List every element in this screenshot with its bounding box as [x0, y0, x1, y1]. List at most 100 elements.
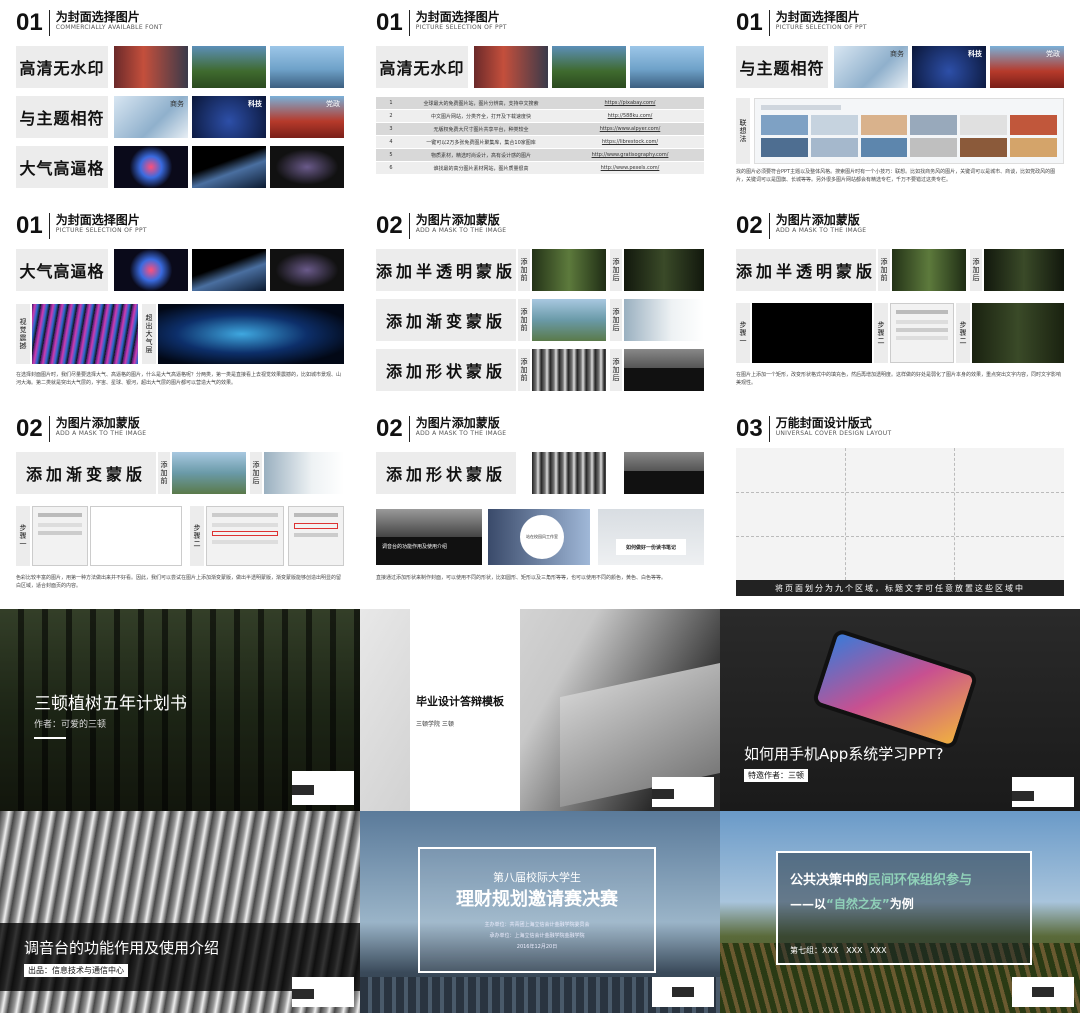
lake-gradient-photo: [264, 452, 344, 494]
site-link[interactable]: http://588ku.com/: [556, 113, 704, 119]
forest-photo: [192, 46, 266, 88]
slide-header: 02 为图片添加蒙版 ADD A MASK TO THE IMAGE: [376, 416, 506, 442]
slide-number: 01: [16, 213, 50, 239]
after-tag: 添加后: [970, 249, 982, 291]
side-label: 联想法: [736, 98, 750, 164]
galaxy-photo: [270, 146, 344, 188]
slide-title: 为封面选择图片: [775, 10, 860, 24]
cover-author: 三顿学院 三顿: [416, 721, 454, 728]
slide-title: 为封面选择图片: [55, 10, 140, 24]
cover-organizer: 主办单位：共青团上海立信会计金融学院委员会: [484, 922, 590, 928]
building-photo: 商务: [834, 46, 908, 88]
fill-panel-screenshot: [288, 506, 344, 566]
gate-photo: 党政: [270, 96, 344, 138]
cover-title: 如何用手机App系统学习PPT?: [744, 745, 944, 763]
site-link[interactable]: https://www.alpyer.com/: [556, 126, 704, 132]
forest-photo: [552, 46, 626, 88]
example-cover-3: 如何做好一份读书笔记: [598, 509, 704, 565]
row-label: 大气高逼格: [16, 249, 108, 291]
phone-shape: [811, 627, 979, 751]
corner-mark: [672, 987, 694, 997]
slide-2[interactable]: 01 为封面选择图片 PICTURE SELECTION OF PPT 高清无水印…: [360, 0, 720, 203]
slide-title: 万能封面设计版式: [775, 416, 872, 430]
step-tag: 步骤二: [874, 303, 888, 363]
example-cover-title: 如何做好一份读书笔记: [625, 544, 676, 551]
row-label: 添加形状蒙版: [376, 452, 516, 494]
before-tag: 添加前: [518, 349, 530, 391]
light-trails-photo: [32, 304, 138, 364]
cover-phone[interactable]: 如何用手机App系统学习PPT? 特邀作者：三顿: [720, 609, 1080, 811]
slide-6[interactable]: 02 为图片添加蒙版 ADD A MASK TO THE IMAGE 添加半透明蒙…: [720, 203, 1080, 406]
tag-party: 党政: [326, 100, 340, 108]
cover-author: 作者：可爱的三顿: [34, 720, 107, 730]
slide-subtitle: PICTURE SELECTION OF PPT: [55, 227, 147, 234]
earth-photo: [192, 249, 266, 291]
forest-masked-photo: [972, 303, 1064, 363]
side-label: 视觉震撼: [16, 304, 30, 364]
table-row: 4 一键可以2万多张免费图片聚集库，集合10家图库 https://libresto…: [376, 136, 704, 149]
site-link[interactable]: http://www.pexels.com/: [556, 165, 704, 171]
table-row: 3 无版权免费大尺寸图片共享平台，种类较全 https://www.alpyer.c…: [376, 123, 704, 136]
tech-photo: 科技: [192, 96, 266, 138]
slide-header: 02 为图片添加蒙版 ADD A MASK TO THE IMAGE: [376, 213, 506, 239]
lake-photo: [172, 452, 246, 494]
slide-8[interactable]: 02 为图片添加蒙版 ADD A MASK TO THE IMAGE 添加形状蒙版…: [360, 406, 720, 609]
row-label: 与主题相符: [16, 96, 108, 138]
cover-title: 公共决策中的民间环保组织参与: [790, 873, 973, 888]
example-cover-title: 站在校园风工作室: [526, 534, 558, 539]
slide-title: 为封面选择图片: [415, 10, 500, 24]
street-photo: [474, 46, 548, 88]
slide-collage: 01 为封面选择图片 COMMERCIALLY AVAILABLE FONT 高清…: [0, 0, 1080, 1013]
slide-header: 01 为封面选择图片 PICTURE SELECTION OF PPT: [376, 10, 507, 36]
slide-subtitle: PICTURE SELECTION OF PPT: [775, 24, 867, 31]
slide-1[interactable]: 01 为封面选择图片 COMMERCIALLY AVAILABLE FONT 高清…: [0, 0, 360, 203]
slide-title: 为图片添加蒙版: [415, 416, 500, 430]
after-tag: 添加后: [610, 249, 622, 291]
slide-description: 在图片上添加一个矩形，改变形状格式中的填充色，然后再增加透明度。这样做的好处是弱…: [736, 372, 1062, 386]
layout-banner: 将页面划分为九个区域，标题文字可任意放置这些区域中: [736, 580, 1064, 596]
cover-mixer[interactable]: 调音台的功能作用及使用介绍 出品：信息技术与通信中心: [0, 811, 360, 1013]
slide-4[interactable]: 01 为封面选择图片 PICTURE SELECTION OF PPT 大气高逼格…: [0, 203, 360, 406]
nebula-photo: [114, 249, 188, 291]
after-tag: 添加后: [610, 349, 622, 391]
slide-5[interactable]: 02 为图片添加蒙版 ADD A MASK TO THE IMAGE 添加半透明蒙…: [360, 203, 720, 406]
after-tag: 添加后: [610, 299, 622, 341]
slide-header: 02 为图片添加蒙版 ADD A MASK TO THE IMAGE: [16, 416, 146, 442]
mixer-photo: [532, 349, 606, 391]
gradient-panel-screenshot: [32, 506, 88, 566]
cover-laptop[interactable]: 毕业设计答辩模板 三顿学院 三顿: [360, 609, 720, 811]
row-label: 高清无水印: [376, 46, 468, 88]
title-underline: [34, 737, 66, 739]
lake-photo: [532, 299, 606, 341]
row-label: 与主题相符: [736, 46, 828, 88]
forest-masked-photo: [984, 249, 1064, 291]
slide-header: 01 为封面选择图片 PICTURE SELECTION OF PPT: [16, 213, 147, 239]
cover-title: 理财规划邀请赛决赛: [456, 889, 618, 910]
format-panel-screenshot: [890, 303, 954, 363]
slide-header: 01 为封面选择图片 PICTURE SELECTION OF PPT: [736, 10, 867, 36]
step-tag: 步骤二: [190, 506, 204, 566]
row-label: 添加半透明蒙版: [376, 249, 516, 291]
nine-grid-layout: [736, 448, 1064, 580]
slide-title: 为图片添加蒙版: [775, 213, 860, 227]
slide-9[interactable]: 03 万能封面设计版式 UNIVERSAL COVER DESIGN LAYOUT…: [720, 406, 1080, 609]
step-tag: 步骤二: [956, 303, 970, 363]
corner-mark: [652, 789, 674, 799]
context-menu-screenshot: [206, 506, 284, 566]
cover-vineyard[interactable]: 公共决策中的民间环保组织参与 ——以“自然之友”为例 第七组：XXX XXX X…: [720, 811, 1080, 1013]
site-link[interactable]: https://pixabay.com/: [556, 100, 704, 106]
street-photo: [114, 46, 188, 88]
example-cover-2: 站在校园风工作室: [488, 509, 590, 565]
corner-mark: [292, 785, 314, 795]
row-label: 添加半透明蒙版: [736, 249, 876, 291]
forest-photo: [532, 249, 606, 291]
slide-subtitle: ADD A MASK TO THE IMAGE: [775, 227, 867, 234]
site-link[interactable]: https://librestock.com/: [556, 139, 704, 145]
cover-city[interactable]: 第八届校际大学生 理财规划邀请赛决赛 主办单位：共青团上海立信会计金融学院委员会…: [360, 811, 720, 1013]
site-link[interactable]: http://www.gratisography.com/: [556, 152, 704, 158]
slide-3[interactable]: 01 为封面选择图片 PICTURE SELECTION OF PPT 与主题相符…: [720, 0, 1080, 203]
slide-subtitle: ADD A MASK TO THE IMAGE: [55, 430, 147, 437]
slide-7[interactable]: 02 为图片添加蒙版 ADD A MASK TO THE IMAGE 添加渐变蒙版…: [0, 406, 360, 609]
table-row: 5 物质素材，精选时尚设计，高有设计感的图片 http://www.gratisog…: [376, 149, 704, 162]
cover-forest[interactable]: 三顿植树五年计划书 作者：可爱的三顿: [0, 609, 360, 811]
